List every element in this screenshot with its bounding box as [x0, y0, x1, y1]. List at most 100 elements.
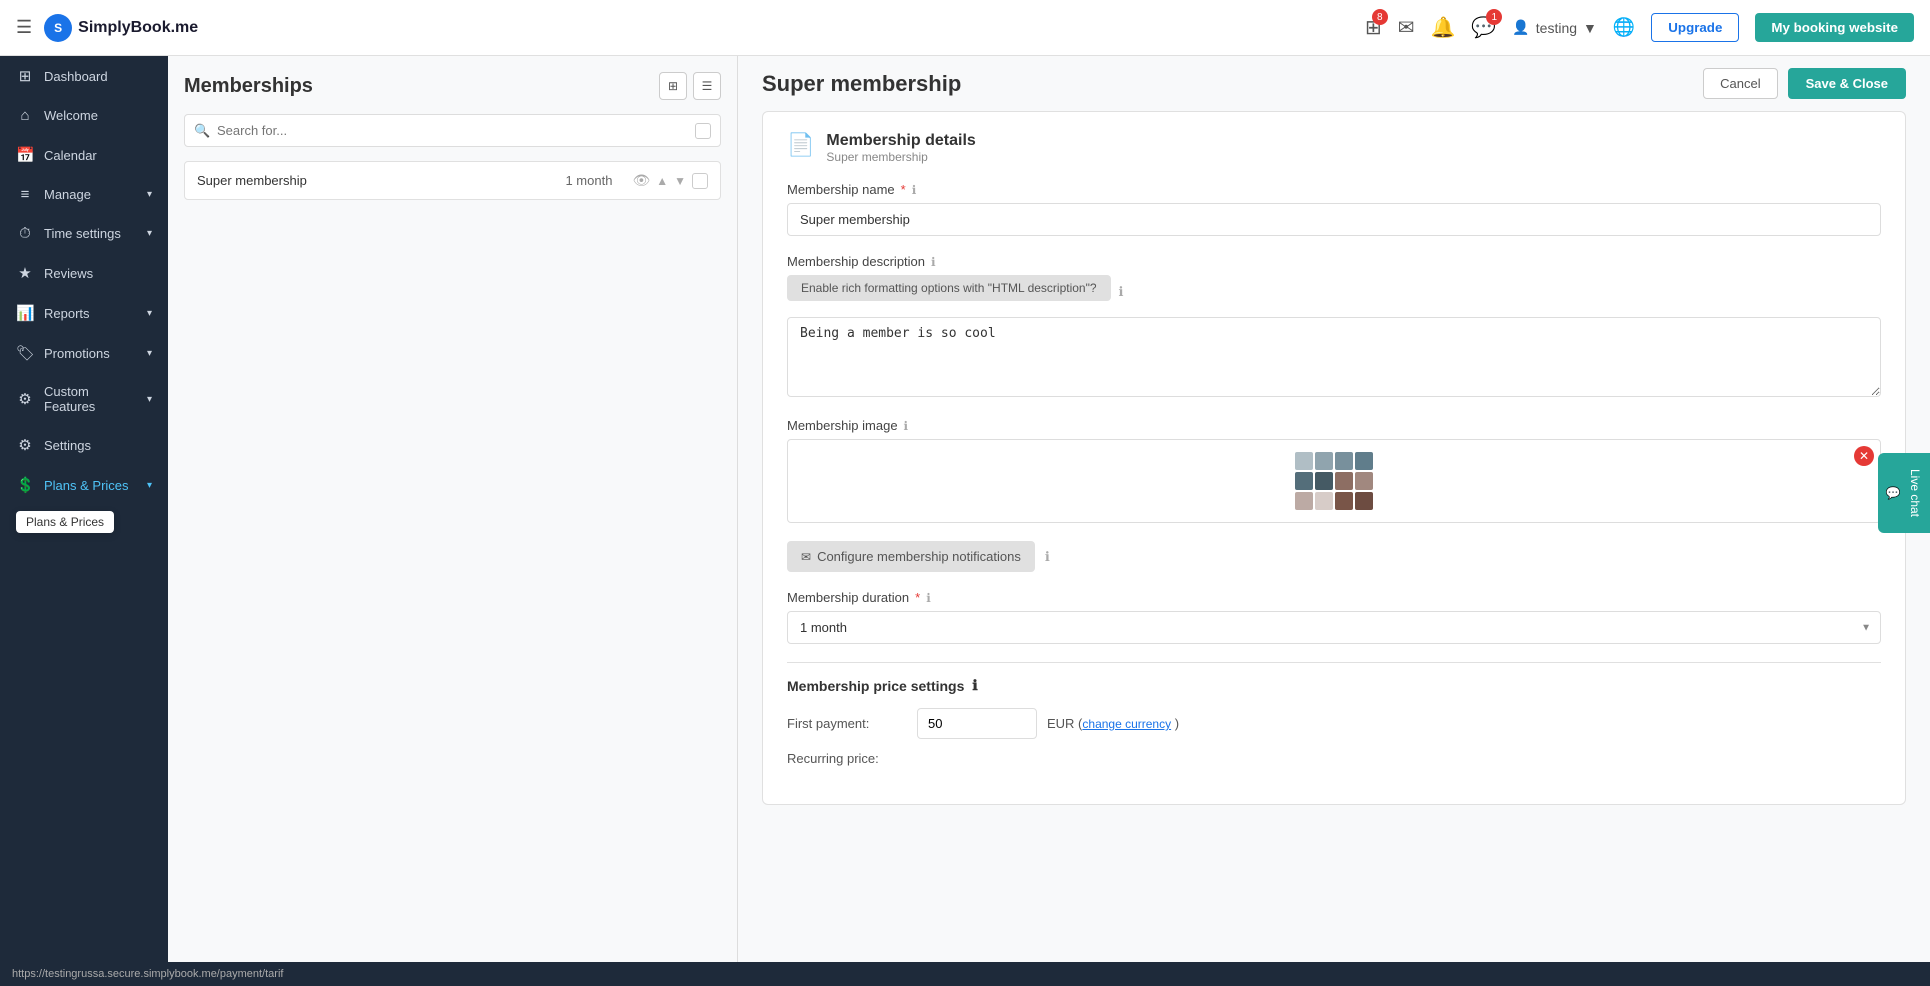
save-close-button[interactable]: Save & Close [1788, 68, 1906, 99]
sidebar-label-custom-features: Custom Features [44, 384, 137, 414]
recurring-price-row: Recurring price: [787, 751, 1881, 766]
upgrade-button[interactable]: Upgrade [1651, 13, 1739, 42]
desc-info-icon[interactable]: ℹ [931, 255, 936, 269]
form-group-image: Membership image ℹ ✕ [787, 418, 1881, 523]
sidebar-item-reviews[interactable]: ★ Reviews [0, 253, 168, 293]
image-upload-area[interactable]: ✕ [787, 439, 1881, 523]
sidebar-item-time-settings[interactable]: ⏱ Time settings ▾ [0, 214, 168, 253]
promotions-arrow: ▾ [147, 348, 152, 359]
sidebar-item-calendar[interactable]: 📅 Calendar [0, 135, 168, 175]
live-chat-button[interactable]: 💬 Live chat [1878, 453, 1930, 533]
mail-icon: ✉ [1398, 17, 1415, 39]
duration-required: * [915, 590, 920, 605]
desc-label-text: Membership description [787, 254, 925, 269]
globe-icon[interactable]: 🌐 [1613, 17, 1635, 38]
price-settings-title: Membership price settings ℹ [787, 677, 1881, 694]
configure-notifications-button[interactable]: ✉ Configure membership notifications [787, 541, 1035, 572]
cancel-button[interactable]: Cancel [1703, 68, 1777, 99]
sidebar-item-settings[interactable]: ⚙ Settings [0, 425, 168, 465]
name-required: * [901, 182, 906, 197]
membership-name: Super membership [197, 173, 555, 188]
bell-icon: 🔔 [1431, 17, 1456, 39]
chat-badge: 1 [1486, 9, 1502, 25]
form-group-price-settings: Membership price settings ℹ First paymen… [787, 677, 1881, 766]
price-settings-info-icon[interactable]: ℹ [972, 677, 977, 694]
bell-icon-button[interactable]: 🔔 [1431, 15, 1456, 40]
image-info-icon[interactable]: ℹ [904, 419, 909, 433]
list-view-button[interactable]: ☰ [693, 72, 721, 100]
image-label: Membership image ℹ [787, 418, 1881, 433]
live-chat-icon: 💬 [1886, 486, 1900, 501]
visibility-icon[interactable]: 👁 [632, 172, 650, 189]
description-textarea[interactable] [787, 317, 1881, 397]
membership-name-input[interactable] [787, 203, 1881, 236]
manage-icon: ≡ [16, 186, 34, 203]
detail-title: Super membership [762, 71, 961, 97]
grid-view-button[interactable]: ⊞ [659, 72, 687, 100]
image-remove-button[interactable]: ✕ [1854, 446, 1874, 466]
promotions-icon: 🏷 [16, 344, 34, 362]
user-icon: 👤 [1512, 19, 1529, 36]
my-booking-button[interactable]: My booking website [1755, 13, 1914, 42]
sidebar-label-settings: Settings [44, 438, 152, 453]
sidebar: ⊞ Dashboard ⌂ Welcome 📅 Calendar ≡ Manag… [0, 56, 168, 962]
card-title-block: Membership details Super membership [826, 132, 975, 164]
sidebar-item-dashboard[interactable]: ⊞ Dashboard [0, 56, 168, 96]
panel-header: Memberships ⊞ ☰ [184, 72, 721, 100]
sidebar-label-calendar: Calendar [44, 148, 152, 163]
main-content: Memberships ⊞ ☰ 🔍 Super membership 1 mon… [168, 56, 1930, 962]
reports-icon: 📊 [16, 304, 34, 322]
sidebar-item-custom-features[interactable]: ⚙ Custom Features ▾ [0, 373, 168, 425]
dashboard-icon: ⊞ [16, 67, 34, 85]
calendar-icon: 📅 [16, 146, 34, 164]
sidebar-item-reports[interactable]: 📊 Reports ▾ [0, 293, 168, 333]
mail-icon-small: ✉ [801, 550, 811, 564]
sidebar-label-promotions: Promotions [44, 346, 137, 361]
sidebar-item-welcome[interactable]: ⌂ Welcome [0, 96, 168, 135]
card-subtitle: Super membership [826, 150, 975, 164]
sidebar-item-promotions[interactable]: 🏷 Promotions ▾ [0, 333, 168, 373]
hamburger-menu[interactable]: ☰ [16, 17, 32, 38]
app-body: ⊞ Dashboard ⌂ Welcome 📅 Calendar ≡ Manag… [0, 56, 1930, 962]
chevron-down-icon[interactable]: ▼ [674, 174, 686, 188]
sidebar-item-manage[interactable]: ≡ Manage ▾ [0, 175, 168, 214]
custom-features-arrow: ▾ [147, 394, 152, 405]
membership-duration: 1 month [565, 173, 612, 188]
name-info-icon[interactable]: ℹ [912, 183, 917, 197]
plans-prices-tooltip: Plans & Prices [16, 511, 114, 533]
form-group-duration: Membership duration * ℹ 1 month 3 months… [787, 590, 1881, 644]
notification-btn-label: Configure membership notifications [817, 549, 1021, 564]
search-bar: 🔍 [184, 114, 721, 147]
html-desc-button[interactable]: Enable rich formatting options with "HTM… [787, 275, 1111, 301]
user-menu[interactable]: 👤 testing ▼ [1512, 19, 1597, 36]
chat-icon-button[interactable]: 💬 1 [1471, 15, 1496, 40]
settings-icon: ⚙ [16, 436, 34, 454]
first-payment-input[interactable] [917, 708, 1037, 739]
panel-header-actions: ⊞ ☰ [659, 72, 721, 100]
detail-header-actions: Cancel Save & Close [1703, 68, 1906, 99]
membership-list-item[interactable]: Super membership 1 month 👁 ▲ ▼ [184, 161, 721, 200]
chevron-up-icon[interactable]: ▲ [656, 174, 668, 188]
duration-info-icon[interactable]: ℹ [926, 591, 931, 605]
html-desc-info-icon[interactable]: ℹ [1119, 284, 1124, 300]
manage-arrow: ▾ [147, 189, 152, 200]
sidebar-label-welcome: Welcome [44, 108, 152, 123]
sidebar-label-dashboard: Dashboard [44, 69, 152, 84]
apps-icon-button[interactable]: ⊞ 8 [1365, 15, 1382, 40]
search-input[interactable] [184, 114, 721, 147]
duration-select[interactable]: 1 month 3 months 6 months 1 year [787, 611, 1881, 644]
row-checkbox[interactable] [692, 173, 708, 189]
detail-panel: Super membership Cancel Save & Close 📄 M… [738, 56, 1930, 962]
notification-info-icon[interactable]: ℹ [1045, 549, 1050, 565]
desc-label: Membership description ℹ [787, 254, 1881, 269]
reviews-icon: ★ [16, 264, 34, 282]
mail-icon-button[interactable]: ✉ [1398, 15, 1415, 40]
panel-title: Memberships [184, 75, 313, 98]
search-checkbox[interactable] [695, 123, 711, 139]
recurring-price-label: Recurring price: [787, 751, 907, 766]
sidebar-item-plans-prices[interactable]: 💲 Plans & Prices ▾ Plans & Prices [0, 465, 168, 505]
change-currency-link[interactable]: change currency [1082, 717, 1171, 731]
html-desc-row: Enable rich formatting options with "HTM… [787, 275, 1881, 309]
sidebar-label-reports: Reports [44, 306, 137, 321]
notification-row: ✉ Configure membership notifications ℹ [787, 541, 1881, 572]
